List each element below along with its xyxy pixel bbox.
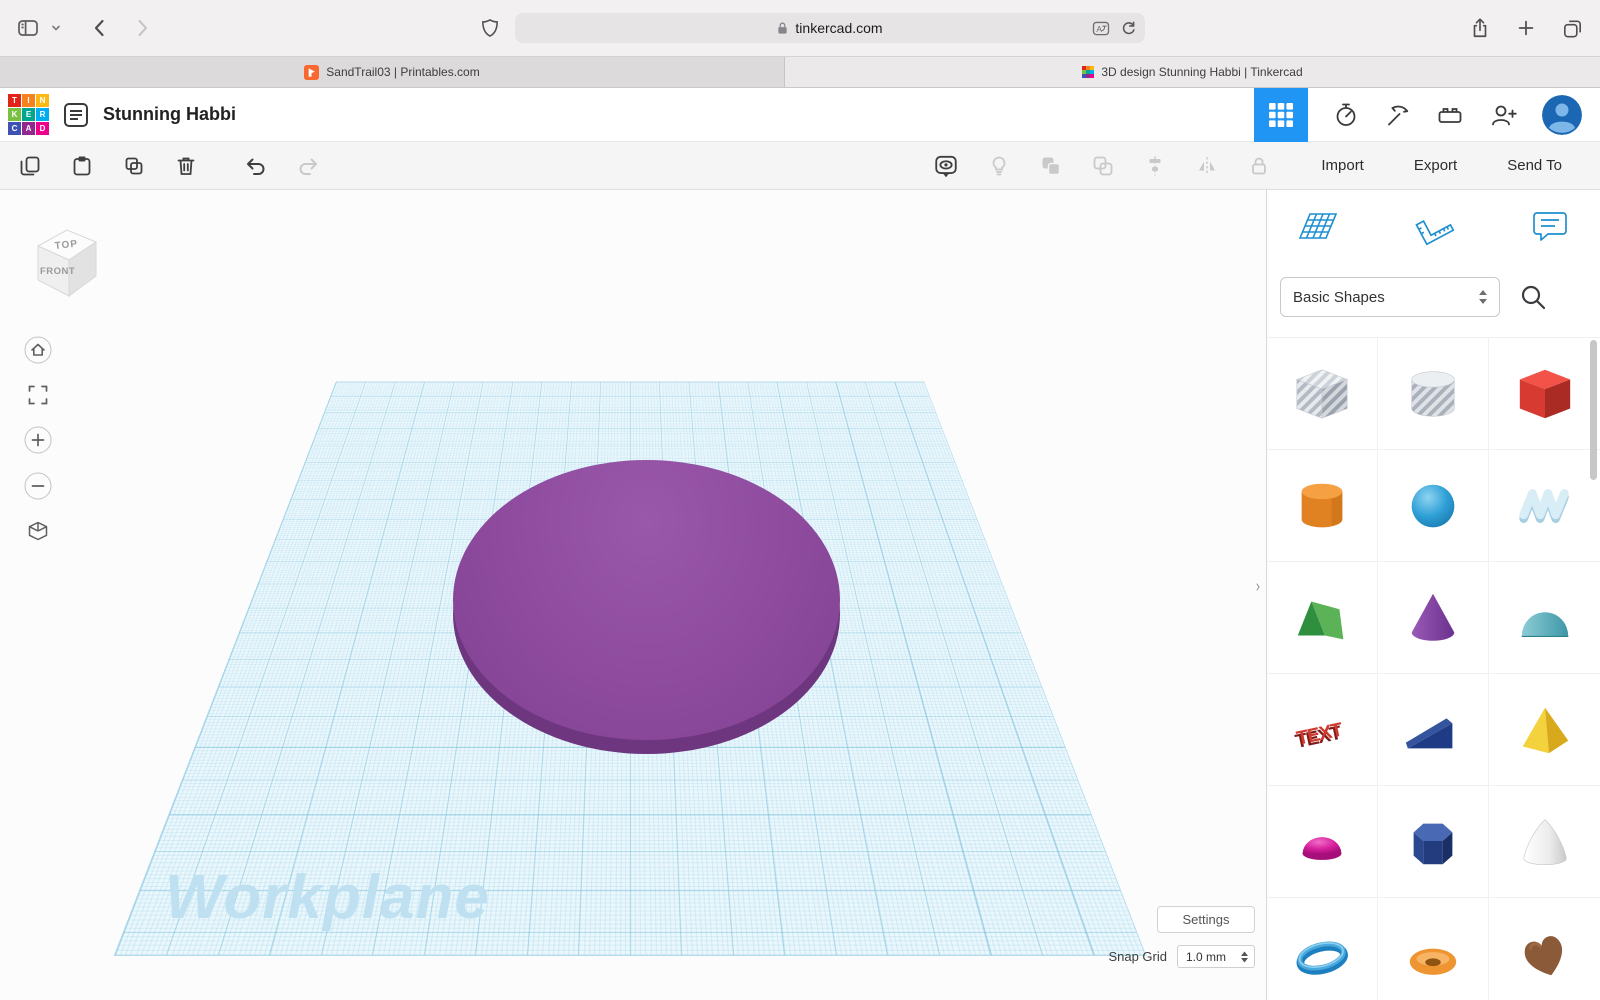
tab-title: 3D design Stunning Habbi | Tinkercad — [1101, 65, 1302, 79]
send-to-button[interactable]: Send To — [1501, 156, 1568, 175]
shapes-panel: Basic Shapes — [1267, 190, 1600, 1000]
undo-icon[interactable] — [244, 154, 268, 178]
shape-paraboloid[interactable] — [1489, 786, 1600, 898]
design-menu-icon[interactable] — [63, 102, 89, 128]
shape-cone[interactable] — [1378, 562, 1489, 674]
workplane-watermark: Workplane — [165, 862, 490, 933]
svg-text:TEXT: TEXT — [1295, 718, 1345, 749]
shape-half-sphere[interactable] — [1267, 786, 1378, 898]
shapes-grid-icon[interactable] — [1254, 88, 1308, 142]
shape-torus[interactable] — [1378, 898, 1489, 1000]
ruler-tool-icon[interactable] — [1412, 205, 1456, 249]
browser-toolbar: tinkercad.com A — [0, 0, 1600, 57]
design-title[interactable]: Stunning Habbi — [103, 104, 236, 125]
zoom-in-icon[interactable] — [24, 426, 52, 454]
shape-round-roof[interactable] — [1489, 562, 1600, 674]
address-bar[interactable]: tinkercad.com A — [515, 13, 1145, 43]
zoom-out-icon[interactable] — [24, 472, 52, 500]
share-icon[interactable] — [1469, 16, 1491, 40]
duplicate-icon[interactable] — [122, 154, 146, 178]
workplane-tool-icon[interactable] — [1295, 205, 1339, 249]
shape-cylinder-hole[interactable] — [1378, 338, 1489, 450]
group-icon[interactable] — [1039, 154, 1063, 178]
bricks-icon[interactable] — [1436, 101, 1464, 129]
paste-icon[interactable] — [70, 154, 94, 178]
tinkercad-icon — [1082, 66, 1094, 78]
back-icon[interactable] — [88, 16, 112, 40]
tab-overview-icon[interactable] — [1561, 17, 1584, 40]
show-all-icon[interactable] — [933, 153, 959, 179]
view-cube[interactable]: TOP FRONT — [30, 220, 104, 307]
reload-icon[interactable] — [1120, 20, 1137, 37]
new-tab-icon[interactable] — [1515, 17, 1537, 39]
shape-box[interactable] — [1489, 338, 1600, 450]
privacy-shield-icon[interactable] — [479, 16, 501, 40]
view-controls — [24, 336, 52, 546]
tab-tinkercad[interactable]: 3D design Stunning Habbi | Tinkercad — [785, 57, 1600, 87]
shape-scribble[interactable] — [1489, 450, 1600, 562]
stepper-icon — [1240, 950, 1249, 964]
cylinder-object[interactable] — [453, 460, 840, 740]
delete-icon[interactable] — [174, 154, 198, 178]
shape-cylinder[interactable] — [1267, 450, 1378, 562]
editor-toolbar: Import Export Send To — [0, 142, 1600, 190]
perspective-icon[interactable] — [24, 518, 52, 546]
shape-heart[interactable] — [1489, 898, 1600, 1000]
printables-icon — [304, 65, 319, 80]
view-cube-front-label: FRONT — [40, 266, 75, 277]
import-button[interactable]: Import — [1315, 156, 1370, 175]
stepper-icon — [1477, 288, 1489, 306]
tinkercad-logo[interactable]: TINKERCAD — [8, 94, 49, 135]
copy-icon[interactable] — [18, 154, 42, 178]
shape-grid: TEXT TEXT — [1267, 337, 1600, 1000]
minecraft-pickaxe-icon[interactable] — [1384, 101, 1412, 129]
shape-wedge[interactable] — [1378, 674, 1489, 786]
redo-icon[interactable] — [296, 154, 320, 178]
mirror-icon[interactable] — [1195, 154, 1219, 178]
forward-icon[interactable] — [130, 16, 154, 40]
shape-pyramid[interactable] — [1489, 674, 1600, 786]
shape-text[interactable]: TEXT TEXT — [1267, 674, 1378, 786]
light-bulb-icon[interactable] — [987, 154, 1011, 178]
grid-settings-button[interactable]: Settings — [1157, 906, 1255, 933]
shape-category-value: Basic Shapes — [1293, 289, 1385, 306]
align-icon[interactable] — [1143, 154, 1167, 178]
notes-tool-icon[interactable] — [1528, 205, 1572, 249]
lock-icon[interactable] — [1247, 154, 1271, 178]
translate-icon[interactable]: A — [1092, 21, 1110, 36]
sim-lab-icon[interactable] — [1332, 101, 1360, 129]
shape-polygon[interactable] — [1378, 786, 1489, 898]
shape-tube[interactable] — [1267, 898, 1378, 1000]
tab-bar: SandTrail03 | Printables.com 3D design S… — [0, 57, 1600, 88]
shape-roof[interactable] — [1267, 562, 1378, 674]
shape-box-hole[interactable] — [1267, 338, 1378, 450]
3d-viewport[interactable]: Workplane TOP FRONT — [0, 190, 1267, 1000]
snap-grid-label: Snap Grid — [1108, 949, 1167, 964]
export-button[interactable]: Export — [1408, 156, 1463, 175]
panel-collapse-icon[interactable] — [1250, 572, 1266, 602]
tab-title: SandTrail03 | Printables.com — [326, 65, 479, 79]
tinkercad-header: TINKERCAD Stunning Habbi — [0, 88, 1600, 142]
safari-window: tinkercad.com A — [0, 0, 1600, 1000]
search-icon[interactable] — [1518, 282, 1548, 312]
tab-printables[interactable]: SandTrail03 | Printables.com — [0, 57, 785, 87]
fit-view-icon[interactable] — [25, 382, 51, 408]
shape-category-select[interactable]: Basic Shapes — [1280, 277, 1500, 317]
snap-grid-select[interactable]: 1.0 mm — [1177, 945, 1255, 968]
home-view-icon[interactable] — [24, 336, 52, 364]
panel-scrollbar[interactable] — [1590, 340, 1597, 480]
shape-sphere[interactable] — [1378, 450, 1489, 562]
chevron-down-icon[interactable] — [50, 22, 62, 34]
url-text: tinkercad.com — [795, 20, 882, 36]
ungroup-icon[interactable] — [1091, 154, 1115, 178]
svg-text:A: A — [1096, 23, 1102, 33]
add-collaborator-icon[interactable] — [1488, 101, 1518, 129]
lock-icon — [776, 21, 789, 35]
avatar[interactable] — [1542, 95, 1582, 135]
sidebar-toggle-icon[interactable] — [16, 16, 40, 40]
